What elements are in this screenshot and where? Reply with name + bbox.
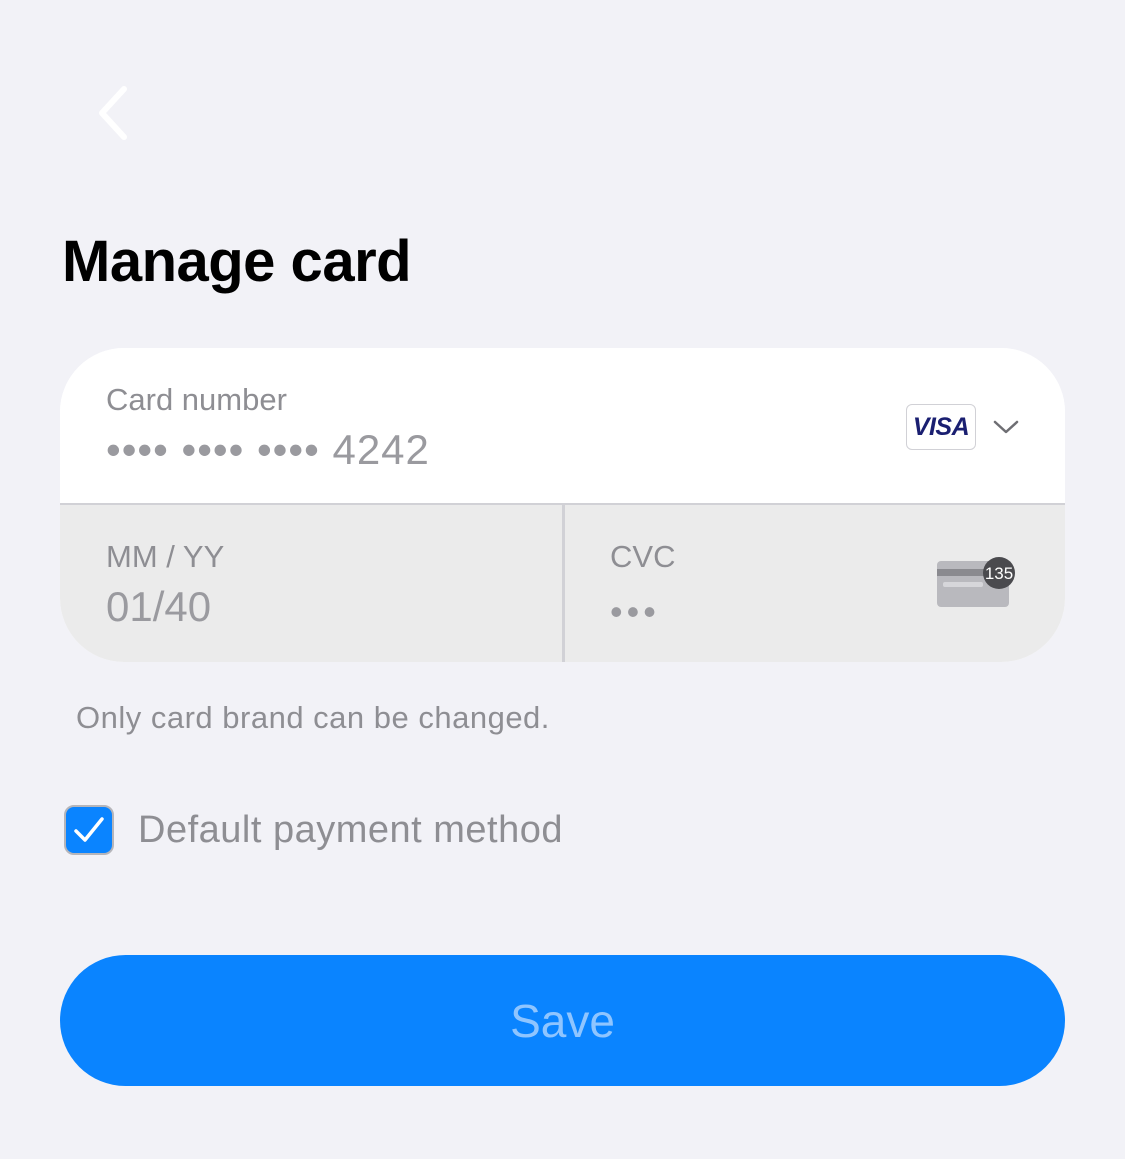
cvc-field: CVC ••• 135 [565, 505, 1065, 662]
expiry-label: MM / YY [106, 539, 225, 574]
page-title: Manage card [62, 229, 412, 294]
helper-text: Only card brand can be changed. [76, 700, 550, 735]
card-brand-selector[interactable]: VISA [906, 402, 1036, 452]
expiry-value: 01/40 [106, 583, 212, 630]
card-number-field: Card number •••• •••• •••• 4242 VISA [60, 348, 1065, 503]
cvc-value: ••• [610, 591, 660, 632]
default-payment-label: Default payment method [138, 808, 564, 851]
cvc-label: CVC [610, 539, 676, 574]
card-number-label: Card number [106, 382, 287, 417]
card-number-value: •••• •••• •••• 4242 [106, 426, 430, 473]
chevron-down-icon [990, 417, 1022, 437]
back-button[interactable] [82, 78, 142, 148]
chevron-left-icon [99, 86, 127, 140]
cvc-card-icon: 135 [937, 557, 1015, 607]
save-button[interactable]: Save [60, 955, 1065, 1086]
cvc-icon-text: 135 [985, 564, 1013, 583]
visa-logo: VISA [906, 404, 976, 450]
card-form: Card number •••• •••• •••• 4242 VISA MM … [60, 348, 1065, 662]
default-payment-checkbox[interactable] [64, 805, 114, 855]
default-payment-checkbox-row[interactable]: Default payment method [64, 804, 563, 856]
checkmark-icon [74, 817, 104, 842]
expiry-field: MM / YY 01/40 [60, 505, 562, 662]
